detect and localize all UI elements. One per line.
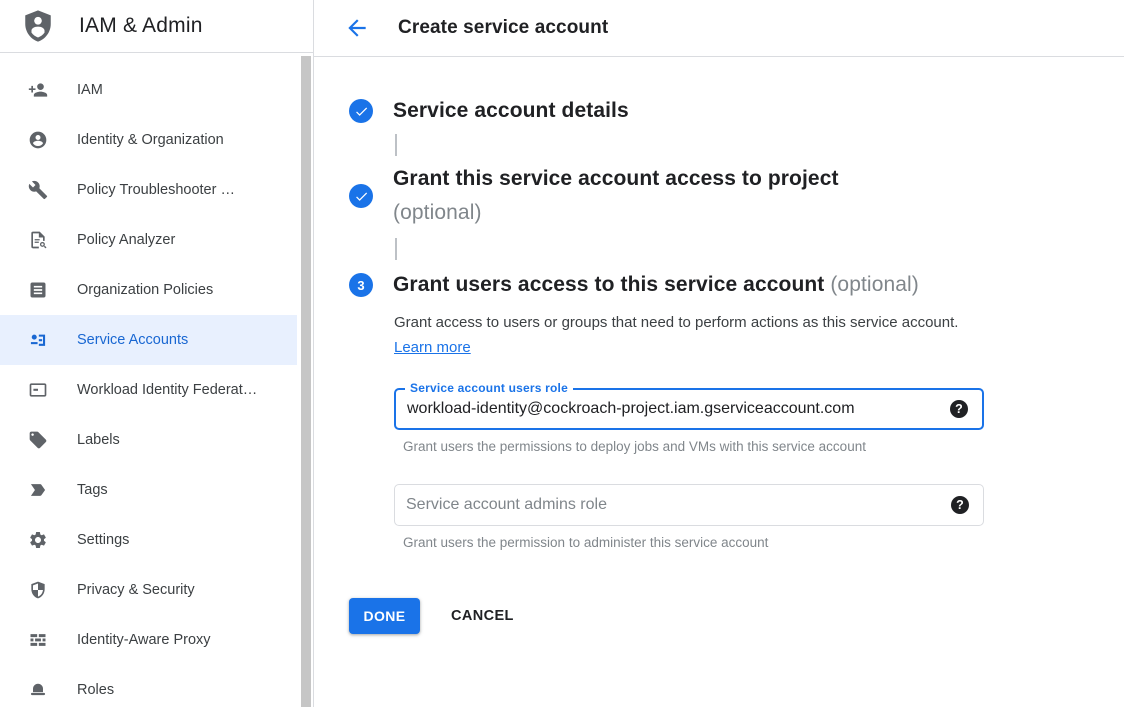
sidebar-item-label: Organization Policies (77, 282, 213, 298)
admins-role-helper-text: Grant users the permission to administer… (403, 535, 1124, 550)
bowler-hat-icon (28, 680, 48, 700)
nav-icon-slot (28, 480, 48, 500)
label-tag-icon (28, 430, 48, 450)
sidebar-item-organization-policies[interactable]: Organization Policies (0, 265, 297, 315)
step-3-body: Grant access to users or groups that nee… (394, 310, 1124, 550)
person-add-icon (28, 80, 48, 100)
sidebar-item-roles[interactable]: Roles (0, 665, 297, 707)
nav-icon-slot (28, 430, 48, 450)
sidebar-nav: IAM Identity & Organization Policy Troub… (0, 53, 313, 707)
users-role-input[interactable] (396, 390, 982, 428)
step-2-optional-label: (optional) (393, 196, 839, 230)
nav-icon-slot (28, 530, 48, 550)
step-2-grant-access-to-project[interactable]: Grant this service account access to pro… (349, 162, 1124, 230)
sidebar-item-label: Settings (77, 532, 129, 548)
sidebar-item-label: Policy Troubleshooter … (77, 182, 235, 198)
sidebar-header: IAM & Admin (0, 0, 313, 53)
wrench-icon (28, 180, 48, 200)
step-2-title: Grant this service account access to pro… (393, 162, 839, 230)
proxy-bricks-icon (28, 630, 48, 650)
nav-icon-slot (28, 80, 48, 100)
step-3-description: Grant access to users or groups that nee… (394, 310, 969, 360)
step-3-grant-users-access[interactable]: 3 Grant users access to this service acc… (349, 268, 1124, 302)
service-account-icon (28, 330, 48, 350)
sidebar-item-service-accounts[interactable]: Service Accounts (0, 315, 297, 365)
sidebar-item-labels[interactable]: Labels (0, 415, 297, 465)
policy-doc-icon (28, 230, 48, 250)
sidebar-item-label: Tags (77, 482, 108, 498)
nav-icon-slot (28, 280, 48, 300)
sidebar-item-policy-troubleshooter[interactable]: Policy Troubleshooter … (0, 165, 297, 215)
done-button[interactable]: DONE (349, 598, 420, 634)
sidebar-item-settings[interactable]: Settings (0, 515, 297, 565)
back-button[interactable] (344, 15, 370, 41)
step-1-completed-indicator (349, 99, 373, 123)
check-icon (354, 189, 369, 204)
sidebar-item-label: Labels (77, 432, 120, 448)
nav-icon-slot (28, 630, 48, 650)
sidebar-item-label: Workload Identity Federat… (77, 382, 257, 398)
app-window: IAM & Admin IAM Identity & Organization … (0, 0, 1124, 707)
users-role-helper-text: Grant users the permissions to deploy jo… (403, 439, 1124, 454)
page-title: Create service account (398, 17, 608, 39)
sidebar-item-identity-aware-proxy[interactable]: Identity-Aware Proxy (0, 615, 297, 665)
step-1-title: Service account details (393, 94, 629, 128)
admins-role-input[interactable] (395, 485, 983, 525)
sidebar-item-privacy-security[interactable]: Privacy & Security (0, 565, 297, 615)
nav-icon-slot (28, 330, 48, 350)
step-2-completed-indicator (349, 184, 373, 208)
step-3-title: Grant users access to this service accou… (393, 268, 919, 302)
arrow-tag-icon (28, 480, 48, 500)
shield-half-icon (28, 580, 48, 600)
help-icon[interactable] (951, 496, 969, 514)
sidebar-item-identity-organization[interactable]: Identity & Organization (0, 115, 297, 165)
sidebar-item-label: Identity & Organization (77, 132, 224, 148)
nav-icon-slot (28, 180, 48, 200)
stepper-connector (395, 134, 397, 156)
nav-icon-slot (28, 680, 48, 700)
iam-admin-logo-icon (21, 9, 55, 43)
nav-icon-slot (28, 130, 48, 150)
nav-icon-slot (28, 580, 48, 600)
sidebar-item-tags[interactable]: Tags (0, 465, 297, 515)
document-icon (28, 280, 48, 300)
sidebar-item-label: IAM (77, 82, 103, 98)
sidebar-item-iam[interactable]: IAM (0, 65, 297, 115)
wizard-content: Service account details Grant this servi… (314, 57, 1124, 634)
step-1-service-account-details[interactable]: Service account details (349, 94, 1124, 128)
gear-icon (28, 530, 48, 550)
service-account-admins-role-field (394, 484, 984, 526)
person-circle-icon (28, 130, 48, 150)
card-icon (28, 380, 48, 400)
stepper-connector (395, 238, 397, 260)
nav-icon-slot (28, 230, 48, 250)
main-header: Create service account (314, 0, 1124, 57)
sidebar-item-label: Roles (77, 682, 114, 698)
sidebar-item-workload-identity-federation[interactable]: Workload Identity Federat… (0, 365, 297, 415)
sidebar-item-label: Privacy & Security (77, 582, 195, 598)
nav-icon-slot (28, 380, 48, 400)
sidebar: IAM & Admin IAM Identity & Organization … (0, 0, 314, 707)
cancel-button[interactable]: CANCEL (451, 608, 514, 624)
sidebar-item-policy-analyzer[interactable]: Policy Analyzer (0, 215, 297, 265)
arrow-left-icon (344, 15, 370, 41)
wizard-actions: DONE CANCEL (349, 598, 1124, 634)
sidebar-item-label: Policy Analyzer (77, 232, 175, 248)
step-3-optional-label: (optional) (830, 273, 919, 296)
step-3-number-indicator: 3 (349, 273, 373, 297)
main-panel: Create service account Service account d… (314, 0, 1124, 707)
sidebar-item-label: Service Accounts (77, 332, 188, 348)
sidebar-scrollbar[interactable] (301, 56, 311, 707)
sidebar-title: IAM & Admin (79, 14, 203, 38)
learn-more-link[interactable]: Learn more (394, 339, 471, 356)
help-icon[interactable] (950, 400, 968, 418)
users-role-field-label: Service account users role (405, 381, 573, 395)
sidebar-item-label: Identity-Aware Proxy (77, 632, 211, 648)
check-icon (354, 104, 369, 119)
service-account-users-role-field: Service account users role (394, 388, 984, 430)
